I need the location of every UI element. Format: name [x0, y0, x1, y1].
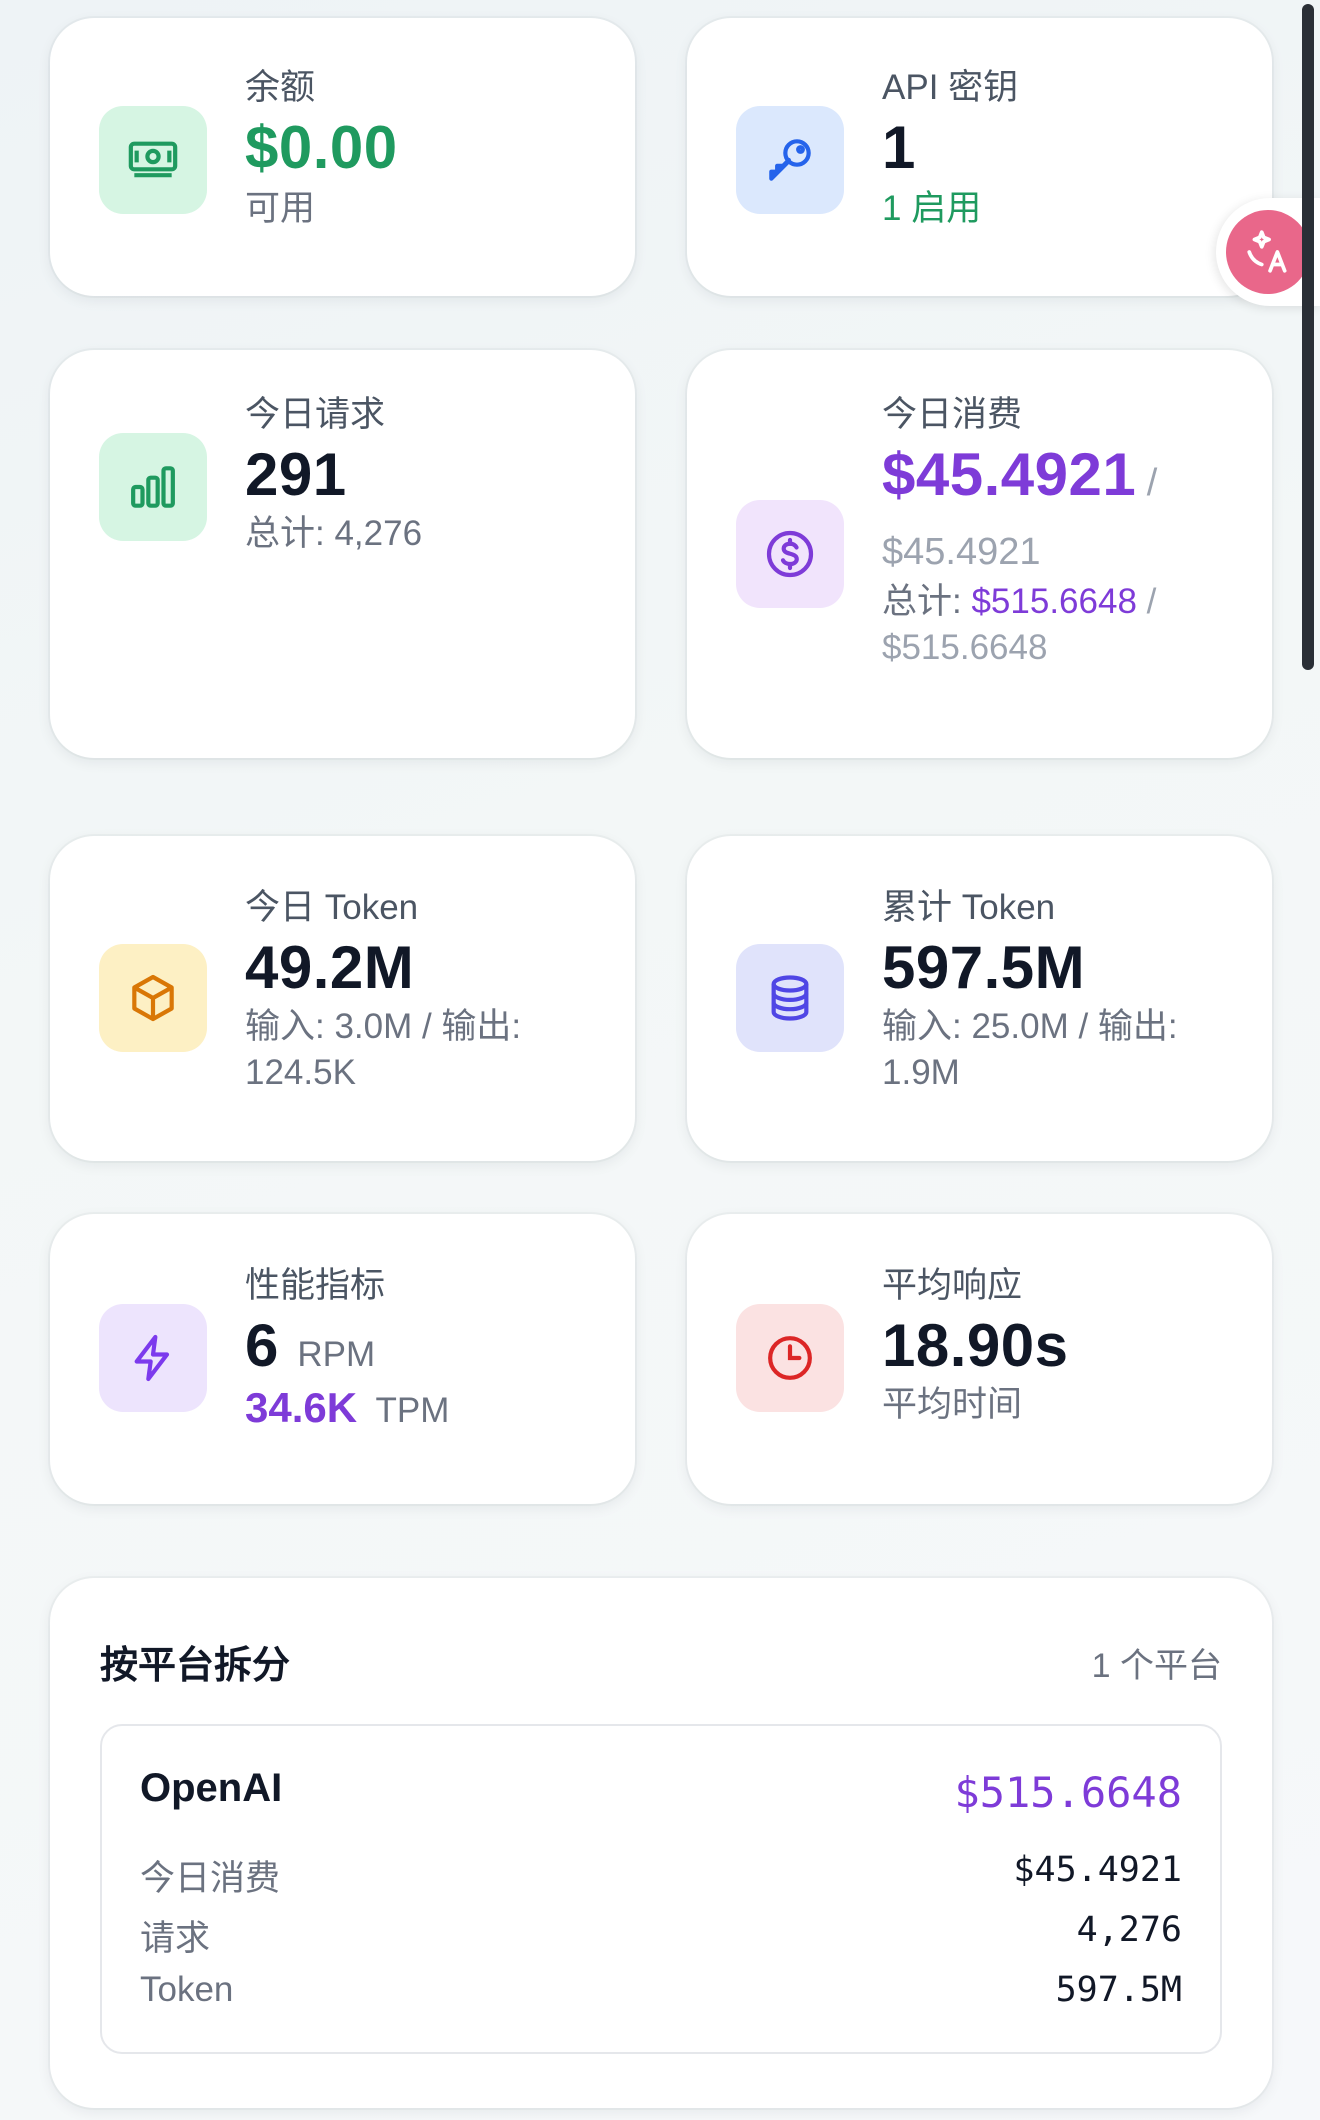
- performance-card: 性能指标 6 RPM 34.6K TPM: [50, 1214, 635, 1504]
- platform-item[interactable]: OpenAI $515.6648 今日消费 $45.4921 请求 4,276 …: [100, 1724, 1222, 2054]
- lightning-icon: [99, 1304, 207, 1412]
- total-token-card: 累计 Token 597.5M 输入: 25.0M / 输出: 1.9M: [687, 836, 1272, 1161]
- platform-row: 请求 4,276: [140, 1910, 1182, 1970]
- today-cost-label: 今日消费: [882, 395, 1023, 434]
- today-token-card: 今日 Token 49.2M 输入: 3.0M / 输出: 124.5K: [50, 836, 635, 1161]
- api-keys-label: API 密钥: [882, 68, 1019, 107]
- platform-row-value: 4,276: [1076, 1910, 1182, 1950]
- key-icon: [736, 106, 844, 214]
- rpm-value: 6: [245, 1312, 279, 1379]
- platform-total: $515.6648: [954, 1768, 1182, 1817]
- rpm-unit: RPM: [297, 1335, 376, 1374]
- today-token-label: 今日 Token: [245, 888, 419, 927]
- avg-response-sub: 平均时间: [882, 1385, 1023, 1424]
- today-cost-limit: $45.4921: [882, 531, 1041, 573]
- balance-label: 余额: [245, 68, 316, 107]
- today-requests-label: 今日请求: [245, 395, 386, 434]
- balance-card: 余额 $0.00 可用: [50, 18, 635, 296]
- platform-row-label: 今日消费: [140, 1859, 281, 1898]
- platform-breakdown-title: 按平台拆分: [100, 1645, 291, 1687]
- api-keys-sub: 1 启用: [882, 189, 982, 228]
- bar-chart-icon: [99, 433, 207, 541]
- avg-response-label: 平均响应: [882, 1266, 1023, 1305]
- avg-response-card: 平均响应 18.90s 平均时间: [687, 1214, 1272, 1504]
- clock-icon: [736, 1304, 844, 1412]
- platform-row-value: 597.5M: [1055, 1970, 1182, 2010]
- platform-breakdown-card: 按平台拆分 1 个平台 OpenAI $515.6648 今日消费 $45.49…: [50, 1578, 1272, 2108]
- platform-row-label: Token: [140, 1970, 234, 2009]
- today-cost-value: $45.4921: [882, 441, 1137, 508]
- balance-value: $0.00: [245, 114, 398, 181]
- tpm-value: 34.6K: [245, 1384, 358, 1431]
- balance-sub: 可用: [245, 189, 316, 228]
- platform-row: 今日消费 $45.4921: [140, 1850, 1182, 1910]
- scrollbar[interactable]: [1302, 4, 1314, 670]
- translate-icon: [1226, 210, 1310, 294]
- today-cost-total-slash: /: [1146, 582, 1157, 621]
- cash-icon: [99, 106, 207, 214]
- total-token-value: 597.5M: [882, 934, 1086, 1001]
- today-requests-value: 291: [245, 441, 347, 508]
- api-keys-card[interactable]: API 密钥 1 1 启用: [687, 18, 1272, 296]
- platform-row: Token 597.5M: [140, 1970, 1182, 2030]
- platform-name: OpenAI: [140, 1766, 283, 1810]
- today-requests-total: 总计: 4,276: [245, 514, 423, 553]
- platform-row-value: $45.4921: [1013, 1850, 1182, 1890]
- total-token-label: 累计 Token: [882, 888, 1056, 927]
- today-cost-slash: /: [1146, 462, 1158, 504]
- platform-count: 1 个平台: [1091, 1647, 1222, 1685]
- performance-label: 性能指标: [245, 1266, 386, 1305]
- today-cost-total-label: 总计:: [882, 582, 962, 621]
- cube-icon: [99, 944, 207, 1052]
- today-cost-card: 今日消费 $45.4921 / $45.4921 总计: $515.6648 /…: [687, 350, 1272, 758]
- today-token-io: 输入: 3.0M / 输出: 124.5K: [245, 1007, 522, 1092]
- platform-row-label: 请求: [140, 1919, 211, 1958]
- database-icon: [736, 944, 844, 1052]
- dollar-circle-icon: [736, 500, 844, 608]
- avg-response-value: 18.90s: [882, 1312, 1069, 1379]
- today-token-value: 49.2M: [245, 934, 415, 1001]
- today-cost-total-value: $515.6648: [971, 582, 1137, 621]
- today-cost-total-limit: $515.6648: [882, 628, 1048, 667]
- tpm-unit: TPM: [375, 1391, 450, 1430]
- today-requests-card: 今日请求 291 总计: 4,276: [50, 350, 635, 758]
- total-token-io: 输入: 25.0M / 输出: 1.9M: [882, 1007, 1178, 1092]
- api-keys-value: 1: [882, 114, 916, 181]
